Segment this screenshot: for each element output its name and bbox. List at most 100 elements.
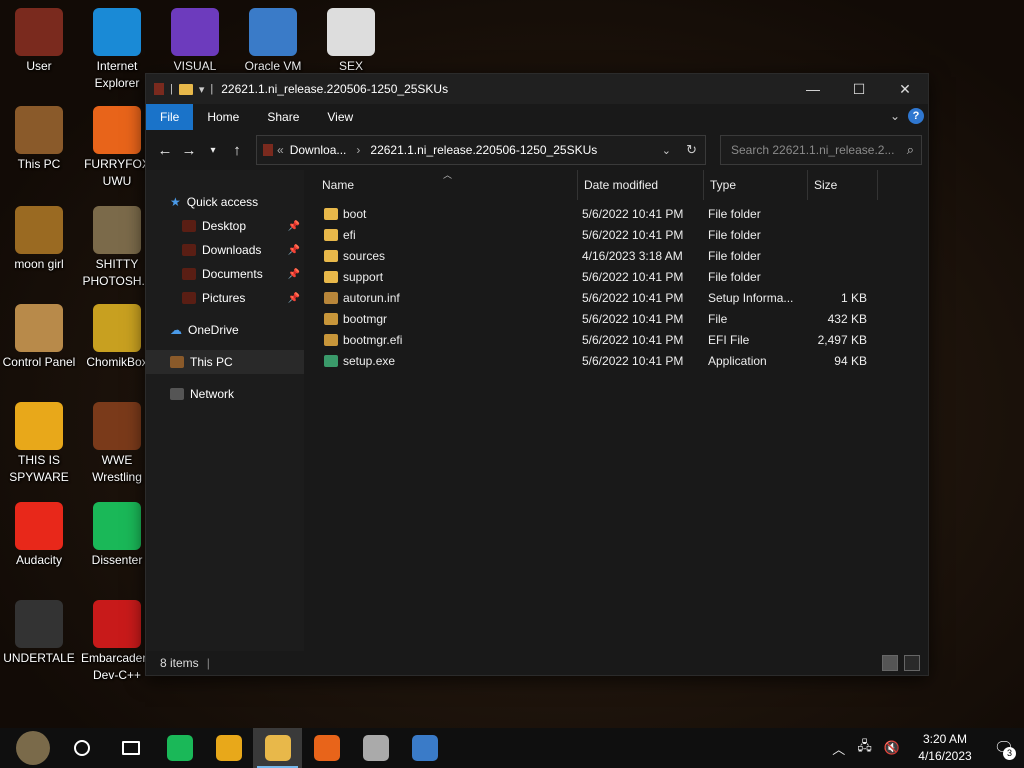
start-button[interactable] xyxy=(8,728,57,768)
file-row[interactable]: bootmgr.efi 5/6/2022 10:41 PM EFI File 2,49… xyxy=(304,330,928,351)
pin-icon: 📌 xyxy=(287,268,300,280)
minimize-button[interactable]: — xyxy=(790,74,836,104)
search-input[interactable]: Search 22621.1.ni_release.2... xyxy=(731,143,894,157)
folder-icon xyxy=(324,271,338,283)
desktop-icon[interactable]: moon girl xyxy=(0,206,78,273)
desktop-icon[interactable]: THIS IS SPYWARE xyxy=(0,402,78,486)
nav-desktop[interactable]: Desktop 📌 xyxy=(146,214,304,238)
column-date-modified[interactable]: Date modified xyxy=(578,170,704,200)
app-icon[interactable] xyxy=(154,83,164,95)
tab-view[interactable]: View xyxy=(313,104,367,130)
clock-date: 4/16/2023 xyxy=(918,749,972,763)
file-row[interactable]: autorun.inf 5/6/2022 10:41 PM Setup Inform… xyxy=(304,288,928,309)
tab-file[interactable]: File xyxy=(146,104,194,130)
nav-network[interactable]: Network xyxy=(146,382,304,406)
new-folder-icon[interactable] xyxy=(178,83,193,95)
customize-toolbar-icon[interactable]: ▾ xyxy=(199,83,205,96)
cortana-icon[interactable] xyxy=(57,728,106,768)
file-type: Setup Informa... xyxy=(708,291,794,305)
nav-quick-access[interactable]: ★ Quick access xyxy=(146,190,304,214)
desktop-icon[interactable]: SEX xyxy=(312,8,390,75)
file-type: File folder xyxy=(708,249,761,263)
firefox-taskbar-icon[interactable] xyxy=(302,728,351,768)
tab-share[interactable]: Share xyxy=(253,104,313,130)
desktop-icon[interactable]: User xyxy=(0,8,78,75)
file-row[interactable]: efi 5/6/2022 10:41 PM File folder xyxy=(304,225,928,246)
file-type: File folder xyxy=(708,228,761,242)
maximize-button[interactable]: ☐ xyxy=(836,74,882,104)
notifications-button[interactable]: 🗨 3 xyxy=(984,728,1024,768)
dissenter-taskbar-glyph-icon xyxy=(166,735,193,761)
refresh-icon[interactable]: ↻ xyxy=(686,142,697,158)
file-explorer-icon[interactable] xyxy=(253,728,302,768)
details-view-button[interactable] xyxy=(882,655,898,671)
downloads-folder-icon xyxy=(182,244,196,256)
nav-downloads[interactable]: Downloads 📌 xyxy=(146,238,304,262)
back-button[interactable]: ← xyxy=(154,139,176,161)
file-row[interactable]: setup.exe 5/6/2022 10:41 PM Application 94 … xyxy=(304,351,928,372)
tab-home[interactable]: Home xyxy=(193,104,253,130)
navigation-pane: ★ Quick access Desktop 📌 Downloads 📌 Doc… xyxy=(146,170,304,651)
address-bar[interactable]: « Downloa... › 22621.1.ni_release.220506… xyxy=(256,135,706,165)
network-tray-icon[interactable]: 🖧 xyxy=(851,737,878,759)
recent-locations-button[interactable]: ▾ xyxy=(202,139,224,161)
drive-icon xyxy=(263,144,273,156)
expand-ribbon-icon[interactable]: ⌄ xyxy=(890,109,900,123)
help-icon[interactable]: ? xyxy=(908,108,924,124)
breadcrumb-current[interactable]: 22621.1.ni_release.220506-1250_25SKUs xyxy=(370,143,597,157)
network-icon xyxy=(170,388,184,400)
volume-muted-icon[interactable]: 🔇 xyxy=(878,740,906,756)
column-type[interactable]: Type xyxy=(704,170,808,200)
file-type: File folder xyxy=(708,270,761,284)
file-icon xyxy=(324,334,338,346)
nav-label: Quick access xyxy=(186,195,259,209)
desktop-icon[interactable]: VISUAL xyxy=(156,8,234,75)
file-name: support xyxy=(343,270,384,284)
system-tray: ︿ 🖧 🔇 3:20 AM 4/16/2023 🗨 3 xyxy=(826,728,1024,768)
desktop-icon[interactable]: Oracle VM xyxy=(234,8,312,75)
nav-onedrive[interactable]: ☁ OneDrive xyxy=(146,318,304,342)
show-hidden-icons[interactable]: ︿ xyxy=(826,739,851,758)
chrome-icon[interactable] xyxy=(204,728,253,768)
breadcrumb-overflow[interactable]: « xyxy=(277,143,284,157)
clock[interactable]: 3:20 AM 4/16/2023 xyxy=(906,731,984,765)
address-dropdown-icon[interactable]: ⌄ xyxy=(662,144,671,157)
file-type: EFI File xyxy=(708,333,750,347)
file-row[interactable]: support 5/6/2022 10:41 PM File folder xyxy=(304,267,928,288)
task-view-icon[interactable] xyxy=(106,728,155,768)
nav-documents[interactable]: Documents 📌 xyxy=(146,262,304,286)
nav-pictures[interactable]: Pictures 📌 xyxy=(146,286,304,310)
title-bar[interactable]: | ▾ | 22621.1.ni_release.220506-1250_25S… xyxy=(146,74,928,104)
nav-this-pc[interactable]: This PC xyxy=(146,350,304,374)
nav-label: This PC xyxy=(190,355,233,369)
file-row[interactable]: bootmgr 5/6/2022 10:41 PM File 432 KB xyxy=(304,309,928,330)
file-explorer-window: | ▾ | 22621.1.ni_release.220506-1250_25S… xyxy=(145,73,929,676)
app-taskbar-icon[interactable] xyxy=(351,728,400,768)
breadcrumb-separator[interactable]: › xyxy=(356,143,360,157)
file-row[interactable]: sources 4/16/2023 3:18 AM File folder xyxy=(304,246,928,267)
dissenter-taskbar-icon[interactable] xyxy=(155,728,204,768)
up-button[interactable]: ↑ xyxy=(226,139,248,161)
file-row[interactable]: boot 5/6/2022 10:41 PM File folder xyxy=(304,204,928,225)
desktop-icon[interactable]: Control Panel xyxy=(0,304,78,371)
large-icons-view-button[interactable] xyxy=(904,655,920,671)
file-type: Application xyxy=(708,354,767,368)
desktop-icon[interactable]: This PC xyxy=(0,106,78,173)
computer-icon xyxy=(15,106,63,154)
column-name[interactable]: Name xyxy=(316,170,578,200)
breadcrumb-downloads[interactable]: Downloa... xyxy=(290,143,347,157)
search-box[interactable]: Search 22621.1.ni_release.2... ⌕ xyxy=(720,135,922,165)
computer-icon xyxy=(170,356,184,368)
file-type: File xyxy=(708,312,728,326)
item-count: 8 items xyxy=(160,656,199,670)
file-name: efi xyxy=(343,228,356,242)
search-icon[interactable]: ⌕ xyxy=(907,142,914,158)
desktop-icon[interactable]: Audacity xyxy=(0,502,78,569)
close-button[interactable]: ✕ xyxy=(882,74,928,104)
virtualbox-taskbar-icon[interactable] xyxy=(400,728,449,768)
desktop-icon[interactable]: UNDERTALE xyxy=(0,600,78,667)
column-size[interactable]: Size xyxy=(808,170,878,200)
visual-studio-icon xyxy=(171,8,219,56)
forward-button[interactable]: → xyxy=(178,139,200,161)
toolbar-separator: | xyxy=(170,83,173,95)
